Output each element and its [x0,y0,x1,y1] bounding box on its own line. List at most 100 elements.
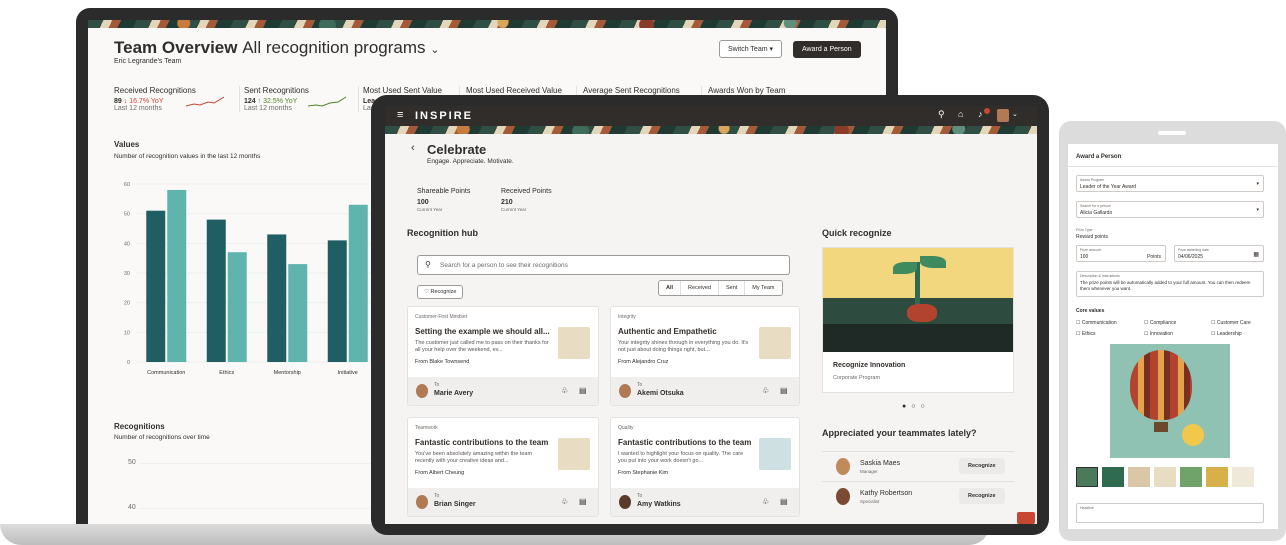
chevron-down-icon[interactable]: ⌄ [430,44,439,56]
recognition-card[interactable]: Teamwork Fantastic contributions to the … [407,417,599,517]
avatar [416,495,428,509]
bar[interactable] [288,264,308,362]
recognition-card[interactable]: Quality Fantastic contributions to the t… [610,417,800,517]
tab-received[interactable]: Received [681,281,719,295]
program-selector[interactable]: All recognition programs [242,38,425,57]
card-footer: To Brian Singer ♧ ▤ [408,488,598,516]
bar[interactable] [146,210,166,362]
illustration-option[interactable] [1076,467,1098,487]
page-title: Celebrate [427,142,487,157]
y-tick-label: 0 [127,360,130,366]
avatar [836,488,850,505]
person-search-select[interactable]: Search for a person Alicia Gallardo ▾ [1076,201,1264,218]
bar[interactable] [267,234,287,362]
prize-date-input[interactable]: Prize awarding date 04/06/2025 ▦ [1174,245,1264,262]
comment-icon[interactable]: ▤ [579,497,587,506]
chat-icon[interactable] [1017,512,1035,524]
card-title: Authentic and Empathetic [618,327,717,336]
card-body: You've been absolutely amazing within th… [415,451,533,464]
brand-logo[interactable]: INSPIRE [415,110,473,122]
tab-all[interactable]: All [659,281,682,295]
hamburger-menu-icon[interactable]: ≡ [397,109,403,121]
balloon-illustration [1110,344,1230,458]
recognition-card[interactable]: Integrity Authentic and Empathetic Your … [610,306,800,406]
illustration-option[interactable] [1128,467,1150,487]
bar[interactable] [167,189,187,362]
metric-awards-won[interactable]: Awards Won by Team [701,86,785,95]
values-title: Values [114,140,140,149]
comment-icon[interactable]: ▤ [579,386,587,395]
tab-my-team[interactable]: My Team [745,281,781,295]
checkbox-communication[interactable]: ☐ Communication [1076,320,1117,326]
teammate-row: Saskia Maes Manager Recognize [822,451,1014,481]
y-tick-label: 30 [124,271,130,277]
card-footer: To Marie Avery ♧ ▤ [408,377,598,405]
metric-most-used-received[interactable]: Most Used Received Value [459,86,562,95]
sparkline-down [186,96,224,107]
card-body: The customer just called me to pass on t… [415,340,549,353]
illustration-option[interactable] [1232,467,1254,487]
bar[interactable] [348,204,368,362]
recognize-teammate-button[interactable]: Recognize [959,488,1005,504]
bar[interactable] [206,219,226,362]
comment-icon[interactable]: ▤ [780,497,788,506]
user-avatar[interactable] [997,109,1009,122]
bar[interactable] [227,252,247,362]
switch-team-button[interactable]: Switch Team ▾ [719,38,783,58]
search-input[interactable]: ⚲ Search for a person to see their recog… [417,255,790,275]
notification-icon[interactable]: ♪ [978,109,983,119]
recognitions-subtitle: Number of recognitions over time [114,434,210,441]
checkbox-leadership[interactable]: ☐ Leadership [1211,331,1242,337]
teammate-role: Manager [860,469,878,474]
y-tick-label: 60 [124,182,130,188]
home-icon[interactable]: ⌂ [958,109,963,119]
description-textarea[interactable]: Description & Instructions The prize poi… [1076,271,1264,297]
illustration-option[interactable] [1102,467,1124,487]
like-icon[interactable]: ♧ [561,497,568,506]
bar[interactable] [327,240,347,362]
recognition-card[interactable]: Customer-First Mindset Setting the examp… [407,306,599,406]
quick-recognize-title: Quick recognize [822,228,892,238]
like-icon[interactable]: ♧ [561,386,568,395]
search-icon[interactable]: ⚲ [938,109,945,120]
gridline [140,508,380,509]
award-person-button[interactable]: Award a Person [793,38,861,58]
card-from: From Blake Townsend [415,359,470,365]
y-tick-label: 50 [124,212,130,218]
like-icon[interactable]: ♧ [762,386,769,395]
recog-tick-40: 40 [128,504,136,511]
hub-title: Recognition hub [407,228,478,238]
tab-sent[interactable]: Sent [719,281,746,295]
appreciated-title: Appreciated your teammates lately? [822,428,977,438]
card-category: Quality [618,425,634,431]
recognize-teammate-button[interactable]: Recognize [959,458,1005,474]
recognize-button[interactable]: ♡ Recognize [417,280,464,299]
headline-input[interactable]: Headline [1076,503,1264,523]
illustration-option[interactable] [1154,467,1176,487]
comment-icon[interactable]: ▤ [780,386,788,395]
like-icon[interactable]: ♧ [762,497,769,506]
card-footer: To Amy Watkins ♧ ▤ [611,488,799,516]
card-from: From Alejandro Cruz [618,359,669,365]
checkbox-ethics[interactable]: ☐ Ethics [1076,331,1096,337]
page-subtitle: Engage. Appreciate. Motivate. [427,158,514,165]
carousel-dots[interactable]: ●○○ [902,403,930,410]
award-form-screen: Award a Person Award Program Leader of t… [1068,144,1278,529]
chevron-down-icon[interactable]: ⌄ [1012,110,1018,118]
back-icon[interactable]: ‹ [411,142,415,154]
illustration-option[interactable] [1180,467,1202,487]
checkbox-compliance[interactable]: ☐ Compliance [1144,320,1176,326]
quick-recognize-card[interactable]: Recognize Innovation Corporate Program [822,247,1014,393]
metric-sent[interactable]: Sent Recognitions 124 ↑ 32.5% YoY Last 1… [239,86,359,112]
checkbox-innovation[interactable]: ☐ Innovation [1144,331,1173,337]
card-illustration [558,438,590,470]
award-program-select[interactable]: Award Program Leader of the Year Award ▾ [1076,175,1264,192]
metric-received[interactable]: Received Recognitions 89 ↓ 16.7% YoY Las… [114,86,234,112]
recipient-name: Marie Avery [434,390,474,397]
card-illustration [759,438,791,470]
illustration-option[interactable] [1206,467,1228,487]
metric-average-sent[interactable]: Average Sent Recognitions [576,86,680,95]
recog-tick-50: 50 [128,459,136,466]
checkbox-customer-care[interactable]: ☐ Customer Care [1211,320,1251,326]
prize-amount-input[interactable]: Prize amount 100 Points [1076,245,1166,262]
